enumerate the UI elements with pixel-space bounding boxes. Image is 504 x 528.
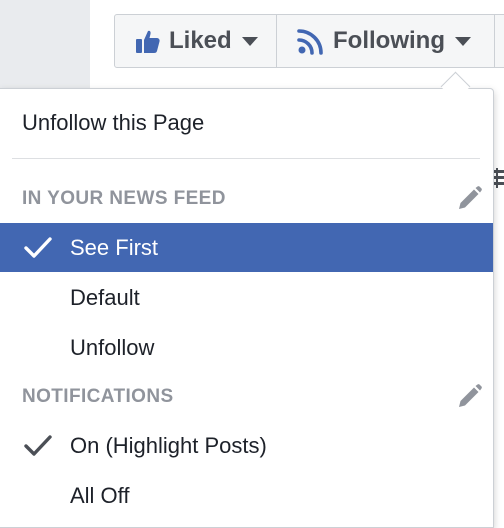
unfollow-option[interactable]: Unfollow xyxy=(0,323,493,373)
chevron-down-icon xyxy=(241,36,258,46)
unfollow-page-item[interactable]: Unfollow this Page xyxy=(0,98,493,148)
highlight-posts-option[interactable]: On (Highlight Posts) xyxy=(0,421,493,471)
news-feed-header-label: IN YOUR NEWS FEED xyxy=(22,188,226,209)
menu-divider xyxy=(12,158,480,159)
liked-label: Liked xyxy=(169,27,232,54)
following-label: Following xyxy=(333,27,445,54)
checkmark-icon xyxy=(24,435,52,457)
following-dropdown-menu: Unfollow this Page IN YOUR NEWS FEED See… xyxy=(0,88,494,528)
default-label: Default xyxy=(70,285,140,310)
pencil-icon[interactable] xyxy=(456,384,482,410)
default-option[interactable]: Default xyxy=(0,273,493,323)
highlight-posts-label: On (Highlight Posts) xyxy=(70,433,267,458)
notifications-section-header: NOTIFICATIONS xyxy=(22,382,482,412)
news-feed-section-header: IN YOUR NEWS FEED xyxy=(22,184,482,214)
chevron-down-icon xyxy=(454,36,471,46)
thumbs-up-icon xyxy=(135,28,161,54)
following-button[interactable]: Following xyxy=(277,15,495,67)
liked-button[interactable]: Liked xyxy=(115,15,277,67)
checkmark-icon xyxy=(24,236,52,259)
unfollow-page-label: Unfollow this Page xyxy=(22,110,205,135)
see-first-option[interactable]: See First xyxy=(0,223,493,272)
see-first-label: See First xyxy=(70,234,159,260)
notifications-header-label: NOTIFICATIONS xyxy=(22,386,174,407)
rss-feed-icon xyxy=(297,27,325,55)
page-background xyxy=(0,0,90,90)
unfollow-label: Unfollow xyxy=(70,335,155,360)
page-action-buttons: Liked Following xyxy=(114,14,504,68)
all-off-label: All Off xyxy=(70,483,130,508)
all-off-option[interactable]: All Off xyxy=(0,471,493,521)
pencil-icon[interactable] xyxy=(456,186,482,212)
more-options-button[interactable] xyxy=(495,15,504,67)
